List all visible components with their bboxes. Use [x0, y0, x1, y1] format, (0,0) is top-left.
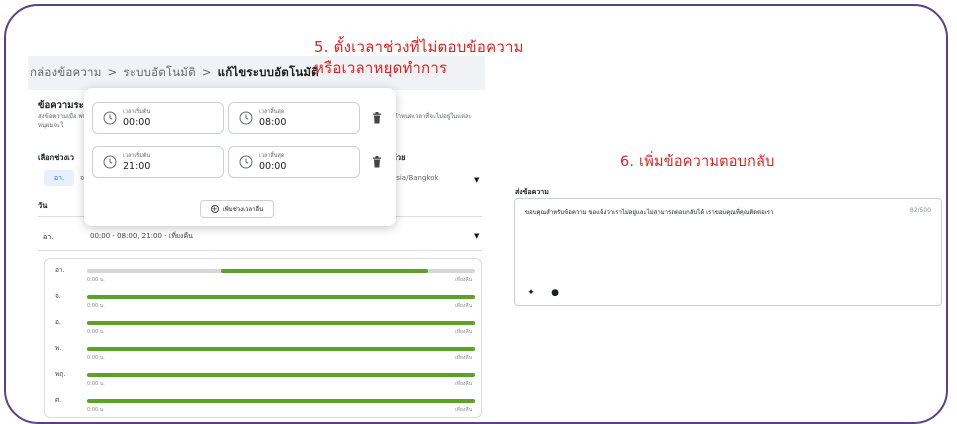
start-time-field[interactable]: เวลาเริ่มต้น 00:00	[92, 102, 224, 134]
timeline-day-label: พ.	[55, 344, 62, 352]
timezone-caret-icon[interactable]: ▼	[474, 176, 479, 184]
trash-icon[interactable]	[372, 112, 382, 124]
day-row-caret-icon[interactable]: ▼	[474, 232, 479, 240]
section-title: ข้อความระ	[38, 100, 84, 111]
timeline-away-segment	[87, 321, 475, 325]
timeline-row: จ. 0:00 น. เที่ยงคืน	[45, 291, 481, 315]
timeline-track	[87, 347, 475, 351]
add-time-range-button[interactable]: + เพิ่มช่วงเวลาอื่น	[200, 200, 274, 218]
day-row-label: อา.	[43, 233, 54, 241]
clock-icon	[103, 155, 117, 169]
timeline-end-label: เที่ยงคืน	[455, 303, 473, 309]
start-time-label: เวลาเริ่มต้น	[123, 109, 151, 115]
end-time-field[interactable]: เวลาสิ้นสุด 08:00	[228, 102, 360, 134]
timeline-end-label: เที่ยงคืน	[455, 355, 473, 361]
step6-annotation: 6. เพิ่มข้อความตอบกลับ	[620, 154, 775, 170]
timeline-away-segment	[220, 269, 429, 273]
timeline-away-segment	[87, 373, 475, 377]
timeline-open-segment	[430, 269, 475, 273]
start-time-value: 21:00	[123, 161, 151, 172]
divider	[38, 250, 482, 251]
timeline-start-label: 0:00 น.	[87, 381, 105, 387]
timeline-start-label: 0:00 น.	[87, 277, 105, 283]
time-range-popup: เวลาเริ่มต้น 00:00 เวลาสิ้นสุด 08:00 เวล…	[84, 88, 396, 226]
timeline-start-label: 0:00 น.	[87, 329, 105, 335]
day-column-label: วัน	[38, 201, 48, 210]
timeline-day-label: จ.	[55, 292, 61, 300]
timeline-start-label: 0:00 น.	[87, 303, 105, 309]
day-chip-sunday[interactable]: อา.	[44, 170, 74, 186]
day-row-hours-select[interactable]: 00:00 - 08:00, 21:00 - เที่ยงคืน	[90, 231, 193, 242]
start-time-field[interactable]: เวลาเริ่มต้น 21:00	[92, 146, 224, 178]
breadcrumb-inbox[interactable]: กล่องข้อความ	[30, 65, 102, 79]
timeline-track	[87, 269, 475, 273]
timeline-track	[87, 295, 475, 299]
character-count: 82/500	[909, 207, 931, 214]
timeline-end-label: เที่ยงคืน	[455, 277, 473, 283]
timeline-row: พ. 0:00 น. เที่ยงคืน	[45, 343, 481, 367]
end-time-value: 00:00	[259, 161, 287, 172]
timeline-day-label: พฤ.	[55, 370, 66, 378]
step5-line1: 5. ตั้งเวลาช่วงที่ไม่ตอบข้อความ	[314, 38, 524, 56]
timeline-away-segment	[87, 347, 475, 351]
breadcrumb: กล่องข้อความ > ระบบอัตโนมัติ > แก้ไขระบบอัตโ…	[30, 64, 319, 82]
clock-icon	[103, 111, 117, 125]
breadcrumb-automation[interactable]: ระบบอัตโนมัติ	[123, 65, 195, 79]
schedule-label: เลือกช่วงเว	[38, 153, 74, 162]
reply-label: ส่งข้อความ	[515, 188, 549, 196]
clock-icon	[239, 155, 253, 169]
timeline-track	[87, 399, 475, 403]
timeline-row: อ. 0:00 น. เที่ยงคืน	[45, 317, 481, 341]
emoji-icon[interactable]: ●	[549, 287, 561, 299]
add-time-range-label: เพิ่มช่วงเวลาอื่น	[222, 206, 264, 213]
end-time-label: เวลาสิ้นสุด	[259, 109, 285, 115]
timeline-row: ศ. 0:00 น. เที่ยงคืน	[45, 395, 481, 419]
trash-icon[interactable]	[372, 156, 382, 168]
start-time-value: 00:00	[123, 117, 151, 128]
breadcrumb-edit-automation: แก้ไขระบบอัตโนมัติ	[217, 65, 319, 79]
timeline-start-label: 0:00 น.	[87, 407, 105, 413]
reply-message-input[interactable]: ขอบคุณสำหรับข้อความ ขอแจ้งว่าเราไม่อยู่แ…	[514, 198, 942, 306]
timeline-end-label: เที่ยงคืน	[455, 381, 473, 387]
clock-icon	[239, 111, 253, 125]
end-time-value: 08:00	[259, 117, 287, 128]
timeline-end-label: เที่ยงคืน	[455, 407, 473, 413]
start-time-label: เวลาเริ่มต้น	[123, 153, 151, 159]
breadcrumb-separator: >	[201, 65, 212, 79]
step5-annotation: 5. ตั้งเวลาช่วงที่ไม่ตอบข้อความ หรือเวลา…	[314, 37, 524, 79]
breadcrumb-separator: >	[107, 65, 118, 79]
timeline-open-segment	[87, 269, 219, 273]
plus-circle-icon: +	[210, 205, 219, 213]
timeline-row: อา. 0:00 น. เที่ยงคืน	[45, 265, 481, 289]
timeline-start-label: 0:00 น.	[87, 355, 105, 361]
step5-line2: หรือเวลาหยุดทำการ	[314, 59, 448, 77]
timeline-day-label: ศ.	[55, 396, 62, 404]
sparkle-icon[interactable]: ✦	[525, 287, 537, 299]
timeline-track	[87, 321, 475, 325]
section-description-right: กำหนดเวลาที่จะไม่อยู่ในแต่ละ	[394, 113, 472, 120]
timeline-end-label: เที่ยงคืน	[455, 329, 473, 335]
timeline-row: พฤ. 0:00 น. เที่ยงคืน	[45, 369, 481, 393]
end-time-label: เวลาสิ้นสุด	[259, 153, 285, 159]
weekly-timeline: อา. 0:00 น. เที่ยงคืน จ. 0:00 น. เที่ยงคืน อ. 0…	[44, 258, 482, 418]
end-time-field[interactable]: เวลาสิ้นสุด 00:00	[228, 146, 360, 178]
timeline-away-segment	[87, 399, 475, 403]
timeline-away-segment	[87, 295, 475, 299]
timeline-track	[87, 373, 475, 377]
reply-message-text: ขอบคุณสำหรับข้อความ ขอแจ้งว่าเราไม่อยู่แ…	[525, 209, 774, 216]
timeline-day-label: อ.	[55, 318, 61, 326]
timeline-day-label: อา.	[55, 266, 65, 274]
